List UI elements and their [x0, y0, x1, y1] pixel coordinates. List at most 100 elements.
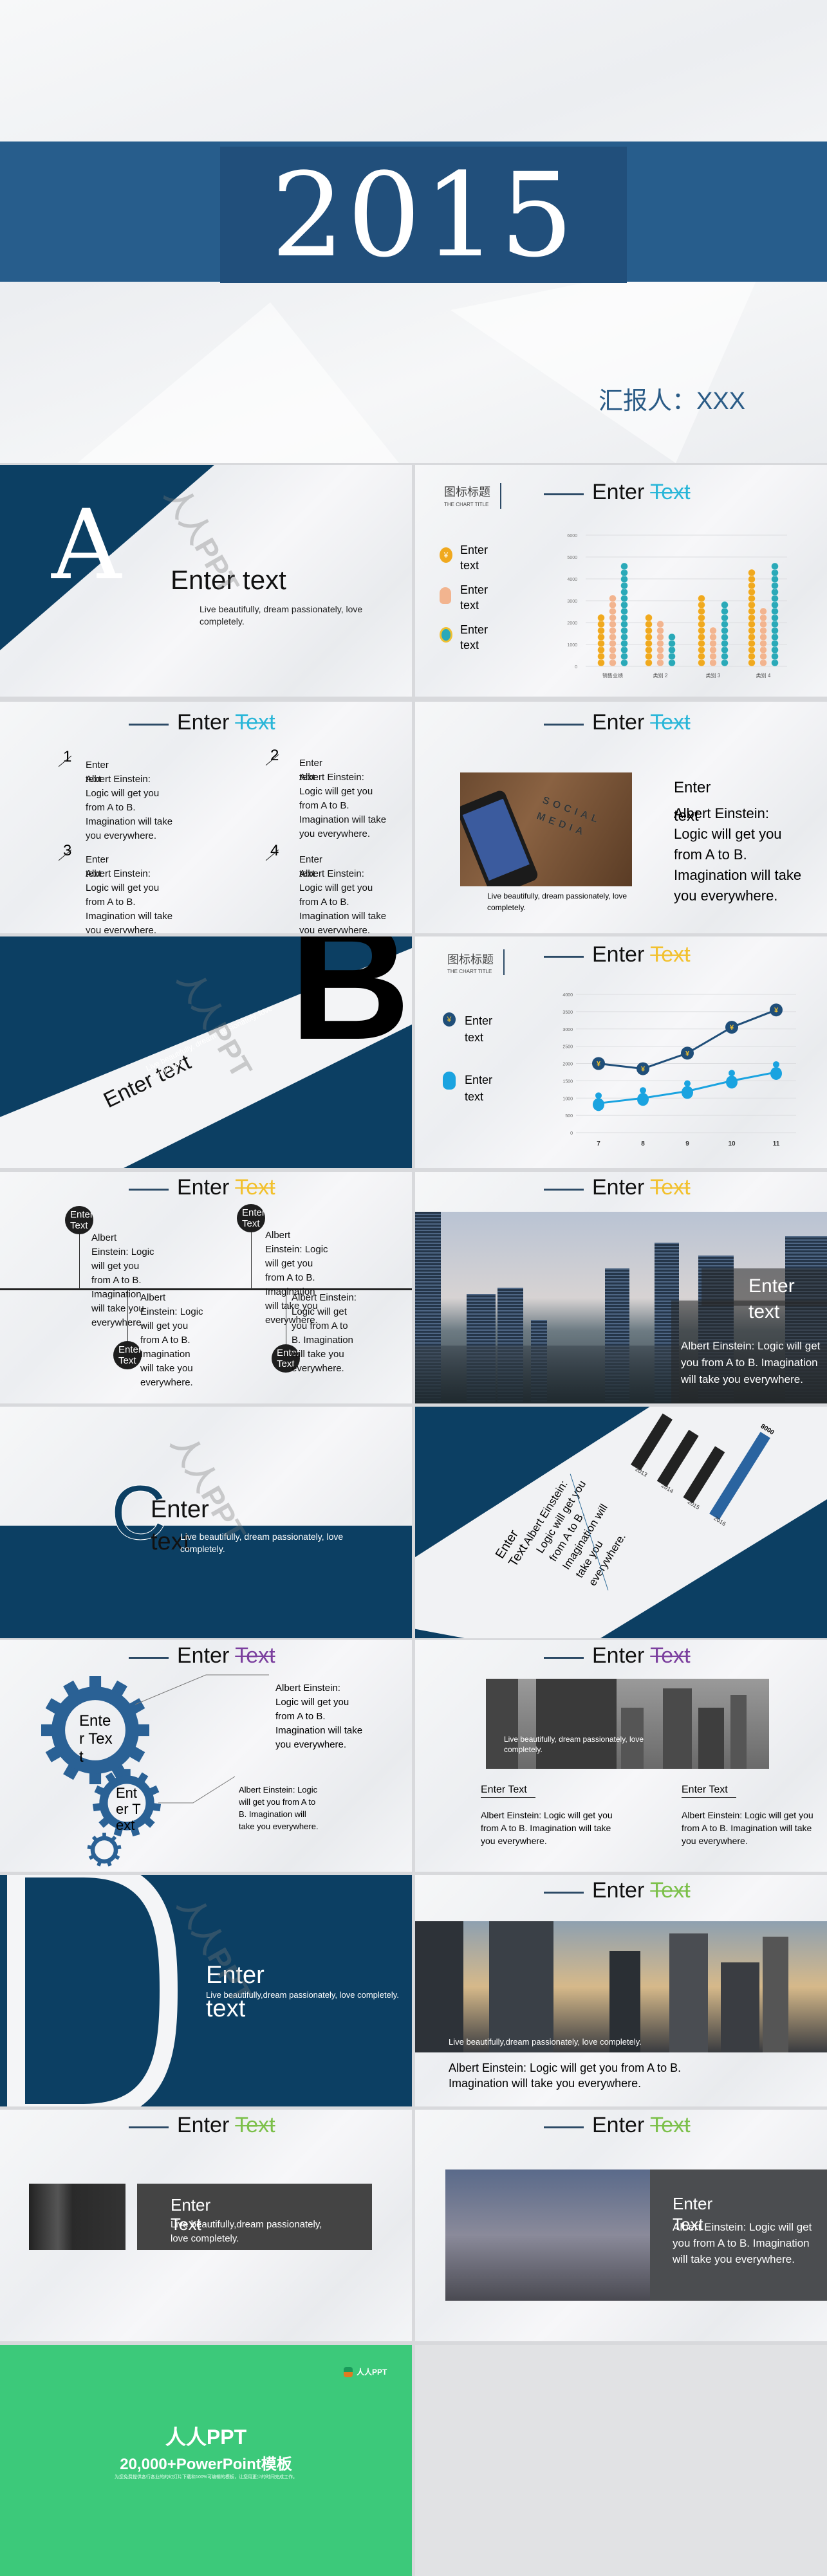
- logo-icon: [344, 2366, 353, 2377]
- brand-logo: 人人PPT: [344, 2366, 387, 2377]
- yuan-icon: ¥: [641, 1066, 646, 1073]
- x-tick-label: 11: [773, 1140, 780, 1147]
- header-enter: Enter: [592, 1877, 645, 1903]
- y-tick-label: 2500: [562, 1045, 573, 1050]
- slide-gray-city: Enter Text Live beautifully, dream passio…: [415, 1640, 827, 1872]
- bar: [709, 1432, 770, 1520]
- header-line: [544, 1656, 584, 1659]
- card-sub: Live beautifully,dream passionately, lov…: [171, 2219, 322, 2244]
- logo-text: 人人PPT: [357, 2368, 387, 2377]
- bar-yuan-coin: [698, 594, 705, 667]
- yuan-icon: ¥: [597, 1061, 601, 1068]
- list-item-body: Albert Einstein: Logic will get you from…: [299, 772, 387, 839]
- person-head: [640, 1087, 646, 1094]
- timeline-body: Albert Einstein: Logic will get you from…: [292, 1292, 357, 1374]
- bar-person: [709, 626, 717, 667]
- slide-section-d: D Enter text Live beautifully,dream pass…: [0, 1875, 412, 2106]
- rotated-bar-chart: 20132014201520168000: [631, 1413, 776, 1527]
- x-tick-label: 8: [641, 1140, 645, 1147]
- data-point-person: [593, 1098, 604, 1111]
- x-tick-label: 类别 2: [653, 672, 668, 679]
- reporter-label: 汇报人：XXX: [599, 388, 746, 415]
- bar-person: [609, 594, 617, 667]
- slide-section-b: B Enter text Live beautifully, dream pas…: [0, 936, 412, 1168]
- timeline-axis: [0, 1288, 412, 1290]
- y-tick-label: 4000: [562, 993, 573, 998]
- data-point-person: [682, 1086, 693, 1099]
- category-label: 2013: [634, 1466, 648, 1478]
- bar-medal: [721, 601, 729, 667]
- end-description: 为您免费提供各行各业的的幻灯片下载和100%可编辑的模板，让您用更少的时间完成工…: [115, 2475, 297, 2480]
- timeline-circle: Enter Text: [113, 1341, 142, 1369]
- header-text-accent: Text: [235, 2112, 275, 2137]
- circle-label: Enter Text: [70, 1209, 93, 1231]
- pictograph-bar-chart: 0 1000 2000 3000 4000 5000 6000 销售业绩 类别 2 类别 3 类别 …: [567, 534, 787, 679]
- slide-city-photo: Enter Text Enter text Albert Einstein: Lo…: [415, 1172, 827, 1403]
- callout-line: [135, 1674, 269, 1705]
- header-text-accent: Text: [235, 1174, 275, 1200]
- header-line: [129, 723, 169, 726]
- y-tick-label: 1500: [562, 1079, 573, 1084]
- header-text-accent: Text: [650, 1643, 691, 1668]
- slide-dark-card: Enter Text Enter Text Live beautifully,dr…: [0, 2110, 412, 2341]
- small-gear-icon: [87, 1832, 122, 1867]
- category-label: 2014: [660, 1482, 674, 1494]
- cover-year: 2015: [270, 149, 577, 283]
- line-chart: 0 500 1000 1500 2000 2500 3000 3500 4000 7 8 9 10 11 ¥…: [562, 993, 796, 1147]
- bar-medal: [771, 562, 779, 667]
- photo-caption: Live beautifully, dream passionately, lo…: [504, 1735, 644, 1754]
- slide-header: Enter Text: [129, 1174, 275, 1200]
- section-title: Enter text: [171, 565, 286, 595]
- category-label: 2015: [687, 1499, 701, 1511]
- header-line: [129, 2126, 169, 2128]
- column-body: Albert Einstein: Logic will get you from…: [682, 1810, 813, 1846]
- yuan-icon: ¥: [774, 1007, 779, 1014]
- header-line: [544, 1891, 584, 1894]
- social-media-photo: SOCIAL MEDIA: [460, 772, 632, 886]
- section-subtitle: Live beautifully,dream passionately, lov…: [206, 1990, 399, 2000]
- bar: [656, 1429, 699, 1487]
- slide-line-chart: 图标标题 THE CHART TITLE Enter Text ¥ Enter te…: [415, 936, 827, 1168]
- slide-header: Enter Text: [129, 2112, 275, 2138]
- header-text-accent: Text: [650, 2112, 691, 2137]
- header-enter: Enter: [592, 1174, 645, 1200]
- slide-beach-card: Enter Text Enter Text Albert Einstein: Lo…: [415, 2110, 827, 2341]
- list-item-body: Albert Einstein: Logic will get you from…: [86, 774, 173, 841]
- header-line: [544, 723, 584, 726]
- rotated-plot: 20132014201520168000: [631, 1413, 776, 1527]
- timeline-circle: Enter Text: [237, 1204, 265, 1232]
- header-line: [544, 2126, 584, 2128]
- gear-label: Enter Text: [116, 1785, 141, 1833]
- header-enter: Enter: [177, 709, 230, 735]
- person-head: [773, 1061, 779, 1068]
- y-tick-label: 2000: [562, 1063, 573, 1067]
- slide-rotated-bar-chart: Enter Text Albert Einstein: Logic will g…: [415, 1407, 827, 1638]
- photo-caption: Live beautifully, dream passionately, lo…: [487, 891, 627, 912]
- slide-pictograph-chart: 图标标题 THE CHART TITLE Enter Text ¥ Enter te…: [415, 465, 827, 697]
- bar-yuan-coin: [645, 614, 653, 667]
- section-subtitle: Live beautifully, dream passionately, lo…: [180, 1531, 344, 1554]
- circle-label: Enter Text: [242, 1207, 265, 1229]
- header-enter: Enter: [592, 2112, 645, 2137]
- gear-body: Albert Einstein: Logic will get you from…: [275, 1683, 363, 1750]
- category-label: 2016: [712, 1515, 727, 1527]
- list-item-body: Albert Einstein: Logic will get you from…: [86, 868, 173, 933]
- end-title: 人人PPT: [165, 2425, 247, 2449]
- slide-header: Enter Text: [544, 2112, 691, 2138]
- slide-header: Enter Text: [129, 709, 275, 735]
- bar-medal: [668, 633, 676, 667]
- body-text: Albert Einstein: Logic will get you from…: [449, 2061, 682, 2090]
- gear-diagram: [41, 1674, 269, 1867]
- yuan-icon: ¥: [730, 1024, 734, 1032]
- yuan-icon: ¥: [685, 1050, 690, 1057]
- bar-yuan-coin: [597, 614, 605, 667]
- bar-person: [759, 607, 767, 667]
- slide-photo-text: Enter Text SOCIAL MEDIA Live beautifully,…: [415, 702, 827, 933]
- empty-slide-area: [415, 2345, 827, 2576]
- slide-header: Enter Text: [544, 1174, 691, 1200]
- end-subtitle: 20,000+PowerPoint模板: [120, 2456, 292, 2473]
- section-subtitle: Live beautifully, dream passionately, lo…: [200, 604, 363, 626]
- slide-timeline: Enter Text Enter Text Albert Einstein: Lo…: [0, 1172, 412, 1403]
- y-tick-label: 6000: [567, 534, 577, 538]
- header-text-accent: Text: [235, 709, 275, 735]
